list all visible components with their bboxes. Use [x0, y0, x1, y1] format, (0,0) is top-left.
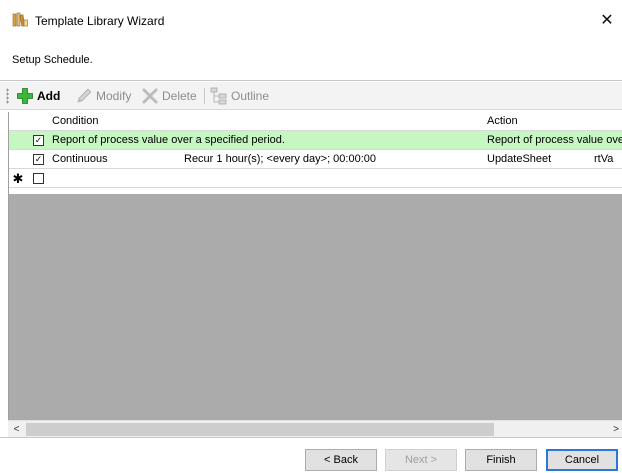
action-cell[interactable]: UpdateSheet: [482, 150, 603, 169]
add-label: Add: [37, 89, 61, 103]
cancel-button[interactable]: Cancel: [546, 449, 618, 471]
row-enable-checkbox[interactable]: [33, 173, 44, 184]
scroll-right-arrow-icon[interactable]: >: [610, 421, 622, 438]
grid-header-row: Condition Action: [9, 112, 622, 131]
title-bar: Template Library Wizard ✕: [0, 0, 622, 38]
new-row[interactable]: ✱: [9, 169, 622, 188]
condition-cell[interactable]: Report of process value over a specified…: [47, 131, 482, 150]
toolbar: Add Modify Delete Outline: [0, 82, 622, 110]
row-enable-checkbox[interactable]: ✓: [33, 154, 44, 165]
column-header-blank-2[interactable]: [603, 112, 622, 131]
outline-label: Outline: [231, 89, 270, 103]
column-header-condition[interactable]: Condition: [47, 112, 137, 131]
schedule-cell[interactable]: Recur 1 hour(s); <every day>; 00:00:00: [179, 150, 482, 169]
column-header-action[interactable]: Action: [482, 112, 603, 131]
condition-cell[interactable]: Continuous: [47, 150, 137, 169]
new-row-marker-icon: ✱: [12, 171, 24, 186]
window-title: Template Library Wizard: [35, 14, 165, 28]
delete-x-icon: [141, 87, 159, 105]
grid-rows: Condition Action ✓ Report of process val…: [9, 112, 622, 194]
horizontal-scrollbar[interactable]: < >: [8, 420, 622, 437]
plus-icon: [16, 87, 34, 105]
divider: [0, 437, 622, 438]
divider: [0, 80, 622, 81]
pencil-icon: [75, 87, 93, 105]
delete-button[interactable]: Delete: [141, 86, 197, 106]
modify-button[interactable]: Modify: [75, 86, 131, 106]
toolbar-separator: [204, 88, 205, 104]
schedule-grid[interactable]: Condition Action ✓ Report of process val…: [8, 112, 622, 420]
scroll-left-arrow-icon[interactable]: <: [8, 421, 25, 438]
back-button[interactable]: < Back: [305, 449, 377, 471]
modify-label: Modify: [96, 89, 132, 103]
page-subtitle: Setup Schedule.: [12, 54, 93, 66]
delete-label: Delete: [162, 89, 197, 103]
finish-button[interactable]: Finish: [465, 449, 537, 471]
close-icon[interactable]: ✕: [592, 8, 622, 34]
column-header-blank[interactable]: [137, 112, 179, 131]
scrollbar-thumb[interactable]: [26, 423, 494, 436]
action-cell[interactable]: Report of process value over: [482, 131, 622, 150]
toolbar-grip-handle[interactable]: [6, 88, 9, 104]
table-row[interactable]: ✓ Report of process value over a specifi…: [9, 131, 622, 150]
outline-tree-icon: [210, 87, 228, 105]
next-button[interactable]: Next >: [385, 449, 457, 471]
row-enable-checkbox[interactable]: ✓: [33, 135, 44, 146]
extra-cell[interactable]: rtVa: [589, 150, 622, 169]
template-library-app-icon: [12, 11, 28, 27]
add-button[interactable]: Add: [16, 86, 60, 106]
outline-button[interactable]: Outline: [210, 86, 269, 106]
table-row[interactable]: ✓ Continuous Recur 1 hour(s); <every day…: [9, 150, 622, 169]
